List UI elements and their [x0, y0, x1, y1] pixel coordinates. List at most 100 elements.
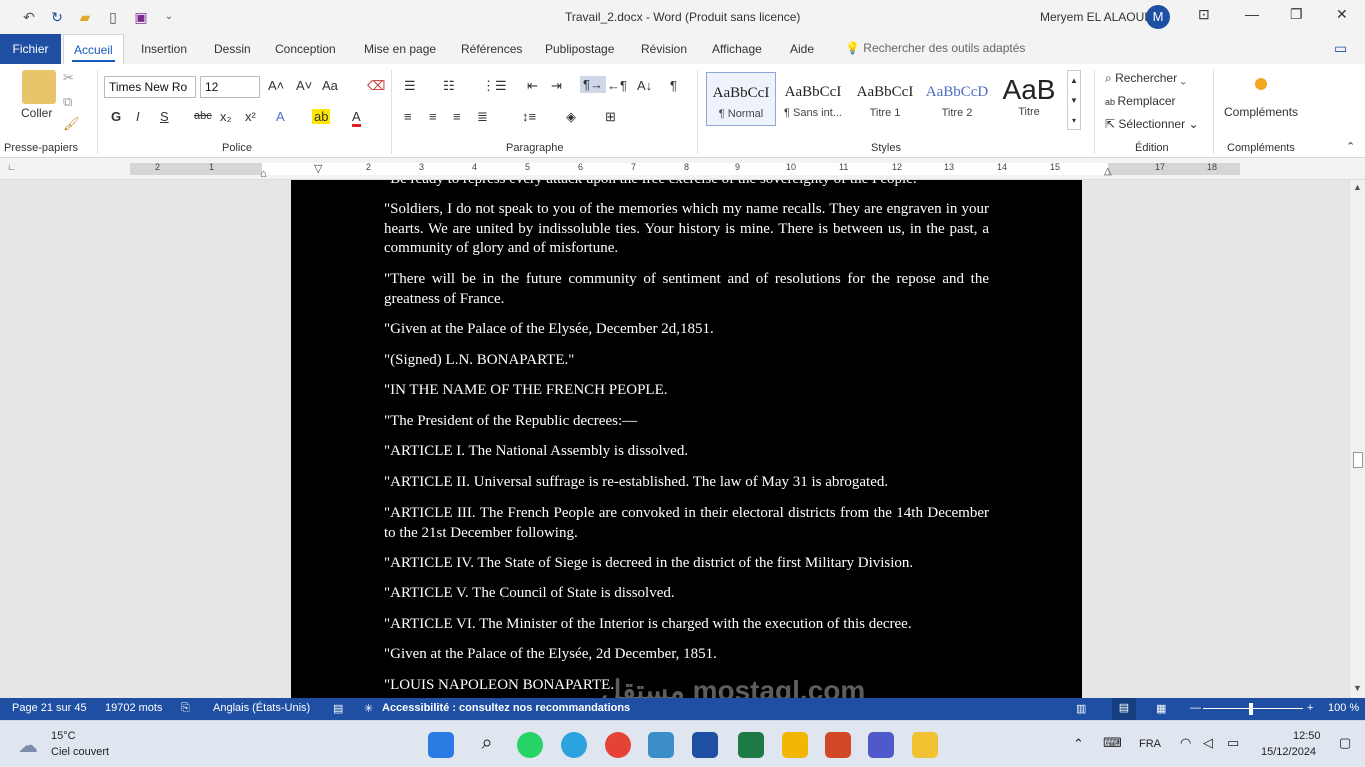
increase-indent-icon[interactable]: ⇥ — [551, 78, 562, 94]
accessibility-icon[interactable]: ✳ — [364, 702, 373, 715]
undo-icon[interactable]: ↶ — [20, 8, 38, 26]
close-icon[interactable]: ✕ — [1336, 6, 1348, 23]
collapse-ribbon-icon[interactable]: ⌃ — [1346, 140, 1355, 153]
volume-icon[interactable]: ◁ — [1203, 735, 1213, 751]
sort-icon[interactable]: A↓ — [637, 78, 652, 93]
word-count[interactable]: 19702 mots — [105, 702, 162, 714]
language-status[interactable]: Anglais (États-Unis) — [213, 702, 310, 714]
scroll-thumb[interactable] — [1353, 452, 1363, 468]
tab-affichage[interactable]: Affichage — [712, 42, 762, 56]
line-spacing-icon[interactable]: ↕≡ — [522, 109, 536, 124]
underline-button[interactable]: S — [160, 109, 169, 124]
right-indent-icon[interactable]: △ — [1104, 166, 1112, 177]
grow-font-icon[interactable]: A˄ — [268, 78, 284, 93]
show-marks-icon[interactable]: ¶ — [670, 78, 677, 93]
tab-references[interactable]: Références — [461, 42, 522, 56]
power-bi-icon[interactable] — [782, 732, 808, 758]
chrome-profile-icon[interactable] — [648, 732, 674, 758]
addins-icon[interactable] — [1255, 78, 1267, 90]
paste-button[interactable]: Coller — [21, 106, 52, 120]
first-indent-icon[interactable]: ▽ — [314, 162, 322, 175]
notifications-icon[interactable]: ▢ — [1339, 735, 1351, 751]
telegram-icon[interactable] — [561, 732, 587, 758]
battery-icon[interactable]: ▭ — [1227, 735, 1239, 751]
tab-conception[interactable]: Conception — [275, 42, 336, 56]
font-name-field[interactable]: Times New Ro — [104, 76, 196, 98]
tab-dessin[interactable]: Dessin — [214, 42, 251, 56]
find-button[interactable]: ⌕ Rechercher ⌄ — [1105, 71, 1186, 86]
wifi-icon[interactable]: ◠ — [1180, 735, 1191, 751]
replace-button[interactable]: ab Remplacer — [1105, 94, 1176, 108]
left-indent-icon[interactable]: ⌂ — [260, 168, 267, 180]
superscript-icon[interactable]: x² — [245, 109, 256, 124]
new-document-icon[interactable]: ▯ — [104, 8, 122, 26]
style-title[interactable]: AaB Titre — [994, 72, 1064, 126]
scroll-down-icon[interactable]: ▼ — [1353, 683, 1362, 693]
weather-condition[interactable]: Ciel couvert — [51, 746, 109, 758]
input-language[interactable]: FRA — [1139, 738, 1161, 750]
style-heading-1[interactable]: AaBbCcI Titre 1 — [850, 72, 920, 126]
avatar[interactable]: M — [1146, 5, 1170, 29]
windows-start-icon[interactable] — [428, 732, 454, 758]
save-icon[interactable]: ▣ — [132, 8, 150, 26]
tab-insertion[interactable]: Insertion — [141, 42, 187, 56]
subscript-icon[interactable]: x₂ — [220, 109, 232, 124]
whatsapp-icon[interactable] — [517, 732, 543, 758]
track-changes-icon[interactable]: ▤ — [333, 702, 343, 715]
weather-icon[interactable]: ☁ — [18, 733, 38, 758]
format-painter-icon[interactable]: 🖌 — [63, 116, 80, 132]
rtl-icon[interactable]: ←¶ — [607, 78, 627, 93]
teams-icon[interactable] — [868, 732, 894, 758]
document-page[interactable]: "Be ready to repress every attack upon t… — [291, 180, 1082, 698]
zoom-level[interactable]: 100 % — [1328, 702, 1359, 714]
search-icon[interactable]: ⌕ — [474, 732, 500, 758]
text-effects-icon[interactable]: A — [276, 109, 285, 124]
open-folder-icon[interactable]: ▰ — [76, 8, 94, 26]
paste-icon[interactable] — [22, 70, 56, 104]
align-center-icon[interactable]: ≡ — [429, 109, 437, 124]
tab-accueil[interactable]: Accueil — [63, 34, 124, 64]
tab-publipostage[interactable]: Publipostage — [545, 42, 614, 56]
scroll-up-icon[interactable]: ▲ — [1353, 182, 1362, 192]
accessibility-status[interactable]: Accessibilité : consultez nos recommanda… — [382, 702, 630, 714]
numbering-icon[interactable]: ☷ — [443, 78, 455, 94]
addins-button[interactable]: Compléments — [1224, 105, 1298, 119]
user-name[interactable]: Meryem EL ALAOUI — [1040, 10, 1148, 24]
vertical-scrollbar[interactable]: ▲ ▼ — [1349, 180, 1365, 698]
zoom-slider[interactable] — [1203, 708, 1303, 709]
change-case-icon[interactable]: Aa — [322, 78, 338, 93]
styles-scroll-icon[interactable]: ▲ ▼ ▾ — [1067, 70, 1081, 130]
chrome-icon[interactable] — [605, 732, 631, 758]
shading-icon[interactable]: ◈ — [566, 109, 576, 125]
align-right-icon[interactable]: ≡ — [453, 109, 461, 124]
justify-icon[interactable]: ≣ — [477, 109, 488, 125]
zoom-in-icon[interactable]: + — [1307, 702, 1313, 714]
style-heading-2[interactable]: AaBbCcD Titre 2 — [922, 72, 992, 126]
clear-format-icon[interactable]: ⌫ — [367, 78, 385, 94]
ribbon-display-icon[interactable]: ⊡ — [1198, 6, 1210, 23]
tab-revision[interactable]: Révision — [641, 42, 687, 56]
read-mode-icon[interactable]: ▥ — [1076, 702, 1086, 715]
decrease-indent-icon[interactable]: ⇤ — [527, 78, 538, 94]
copy-icon[interactable]: ⧉ — [63, 94, 72, 110]
multilevel-list-icon[interactable]: ⋮☰ — [482, 78, 507, 94]
bold-button[interactable]: G — [111, 109, 121, 124]
restore-icon[interactable]: ❐ — [1290, 6, 1303, 23]
style-normal[interactable]: AaBbCcI ¶ Normal — [706, 72, 776, 126]
bullets-icon[interactable]: ☰ — [404, 78, 416, 94]
select-button[interactable]: ⇱ Sélectionner ⌄ — [1105, 117, 1199, 131]
cut-icon[interactable]: ✂ — [63, 70, 74, 86]
comments-icon[interactable]: ▭ — [1334, 40, 1347, 57]
clock-time[interactable]: 12:50 — [1293, 730, 1321, 742]
font-size-field[interactable]: 12 — [200, 76, 260, 98]
web-layout-icon[interactable]: ▦ — [1156, 702, 1166, 715]
excel-icon[interactable] — [738, 732, 764, 758]
customize-toolbar-icon[interactable]: ⌄ — [160, 8, 178, 26]
shrink-font-icon[interactable]: A˅ — [296, 78, 312, 93]
tab-selector-icon[interactable]: ∟ — [7, 162, 16, 172]
tab-mise-en-page[interactable]: Mise en page — [364, 42, 436, 56]
strikethrough-button[interactable]: abc — [194, 110, 212, 122]
style-no-spacing[interactable]: AaBbCcI ¶ Sans int... — [778, 72, 848, 126]
powerpoint-icon[interactable] — [825, 732, 851, 758]
print-layout-icon[interactable]: ▤ — [1112, 698, 1136, 720]
